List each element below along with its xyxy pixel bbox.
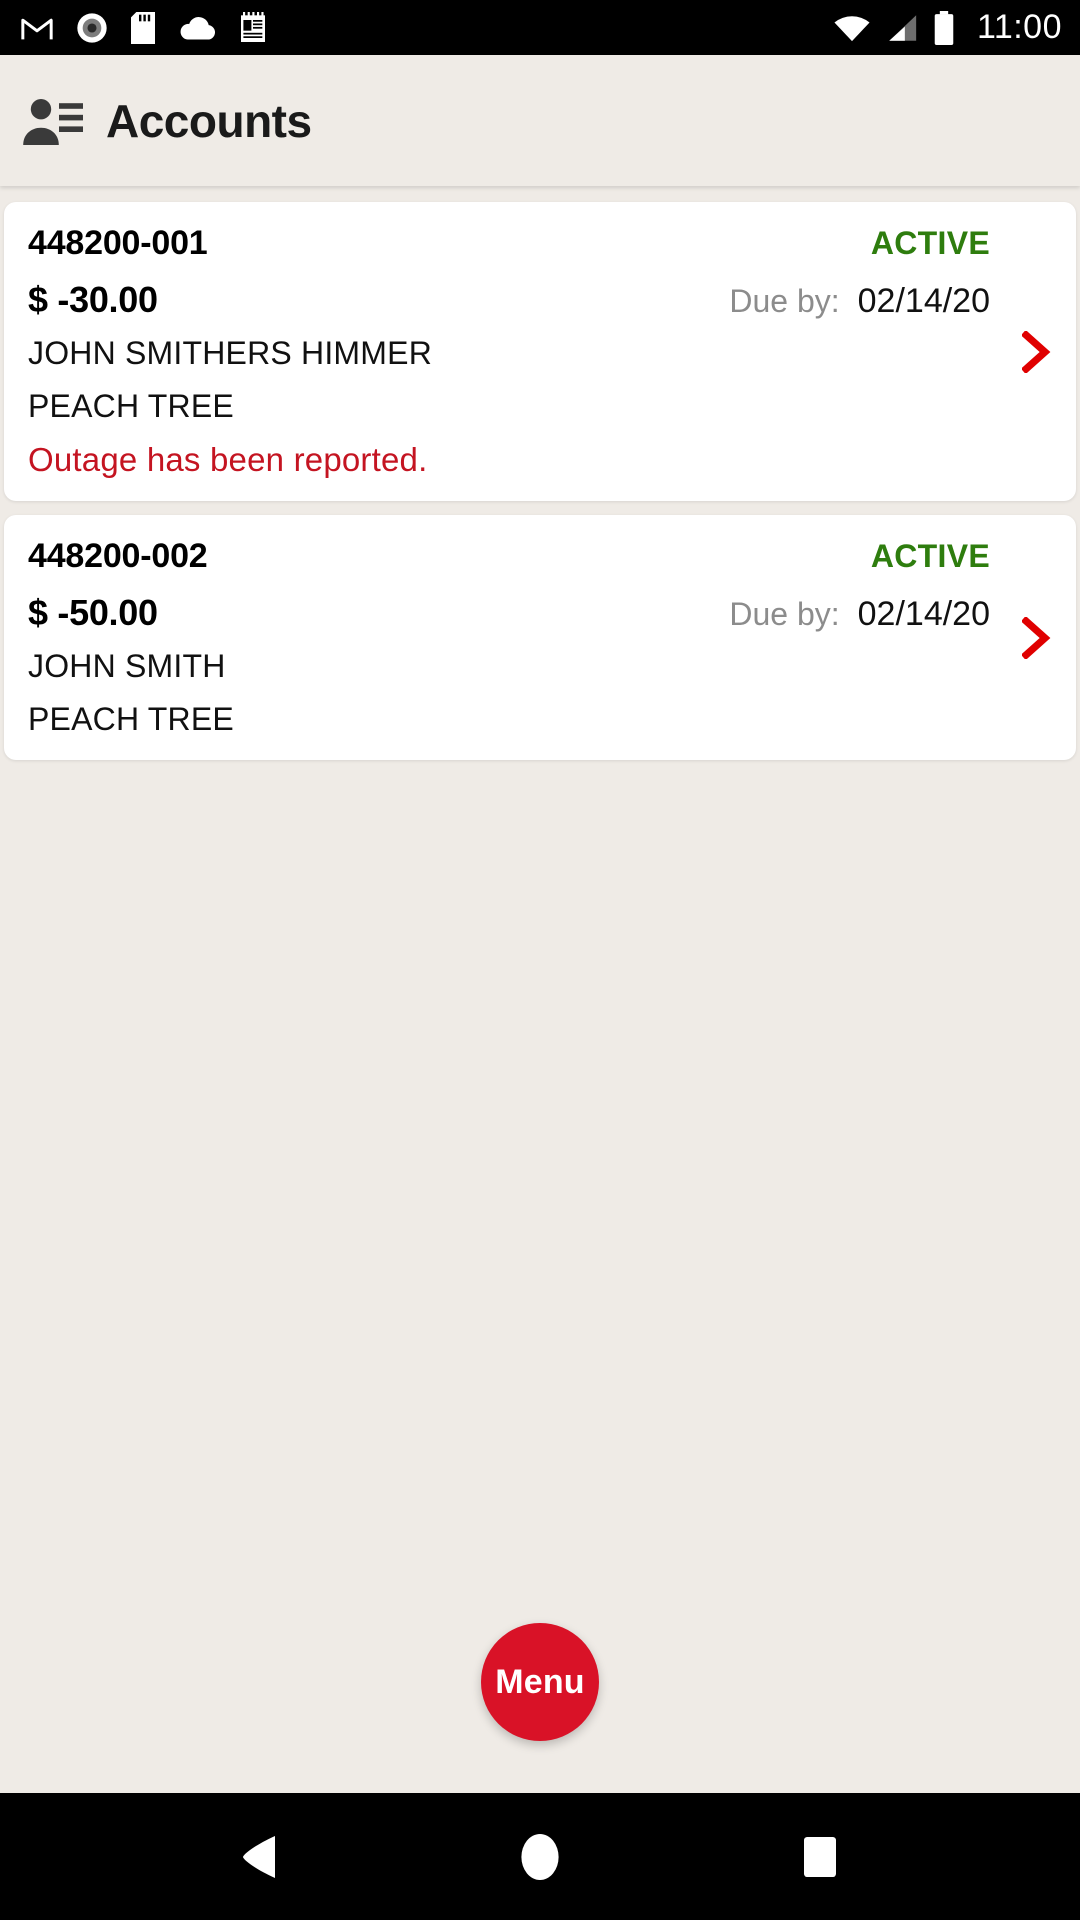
sd-card-icon [130,11,156,44]
contacts-icon [22,96,84,146]
status-bar-clock: 11:00 [976,8,1062,46]
accounts-list[interactable]: 448200-001 ACTIVE $ -30.00 Due by: 02/14… [0,186,1080,1793]
app-bar: Accounts [0,55,1080,186]
wifi-icon [833,13,871,43]
account-header-row: 448200-002 ACTIVE [28,537,1052,576]
customer-name: JOHN SMITHERS HIMMER [28,335,432,371]
status-badge: ACTIVE [870,225,990,261]
status-badge: ACTIVE [870,538,990,574]
cloud-icon [178,15,216,41]
due-by-group: Due by: 02/14/20 [729,282,990,321]
android-nav-bar [0,1793,1080,1920]
account-card[interactable]: 448200-001 ACTIVE $ -30.00 Due by: 02/14… [4,202,1076,501]
account-number: 448200-002 [28,537,208,575]
record-disc-icon [76,12,108,44]
back-triangle-icon[interactable] [215,1812,305,1902]
cellular-signal-icon [885,13,919,43]
recents-square-icon[interactable] [775,1812,865,1902]
phone-screen: 11:00 Accounts 448200-001 ACTIVE $ -30.0… [0,0,1080,1920]
account-amount-row: $ -50.00 Due by: 02/14/20 [28,592,1052,634]
notepad-icon [238,11,268,44]
menu-fab-button[interactable]: Menu [481,1623,599,1741]
account-amount-row: $ -30.00 Due by: 02/14/20 [28,279,1052,321]
customer-name: JOHN SMITH [28,648,226,684]
account-number: 448200-001 [28,224,208,262]
account-balance: $ -50.00 [28,592,158,633]
chevron-right-icon[interactable] [1020,616,1054,659]
service-address: PEACH TREE [28,388,234,424]
service-address: PEACH TREE [28,701,234,737]
account-card[interactable]: 448200-002 ACTIVE $ -50.00 Due by: 02/14… [4,515,1076,760]
due-by-date: 02/14/20 [857,595,990,633]
due-by-group: Due by: 02/14/20 [729,595,990,634]
status-bar: 11:00 [0,0,1080,55]
chevron-right-icon[interactable] [1020,330,1054,373]
due-by-label: Due by: [729,596,840,632]
home-circle-icon[interactable] [495,1812,585,1902]
due-by-date: 02/14/20 [857,282,990,320]
due-by-label: Due by: [729,283,840,319]
account-header-row: 448200-001 ACTIVE [28,224,1052,263]
outage-notice: Outage has been reported. [28,441,428,478]
account-balance: $ -30.00 [28,279,158,320]
status-bar-system-icons: 11:00 [833,8,1062,47]
page-title: Accounts [106,94,312,147]
menu-fab-label: Menu [495,1662,585,1701]
gmail-icon [20,13,54,43]
status-bar-notification-icons [20,11,268,44]
battery-icon [933,10,955,45]
